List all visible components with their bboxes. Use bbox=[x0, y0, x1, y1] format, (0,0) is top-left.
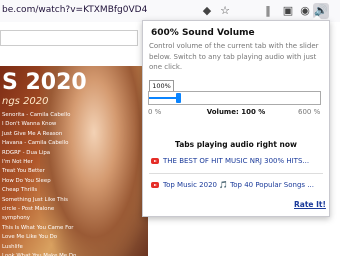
tabs-header: Tabs playing audio right now bbox=[175, 140, 297, 149]
track-item: Something Just Like This bbox=[2, 196, 68, 203]
audio-tab-label: THE BEST OF HIT MUSIC NRJ 300% HITS... bbox=[163, 157, 310, 165]
divider bbox=[149, 173, 323, 174]
star-icon[interactable]: ☆ bbox=[217, 3, 233, 19]
sidebar-icon[interactable]: ▣ bbox=[280, 3, 296, 19]
save-to-pocket-icon[interactable]: ◆ bbox=[199, 3, 215, 19]
audio-tab-item[interactable]: THE BEST OF HIT MUSIC NRJ 300% HITS... bbox=[151, 157, 309, 165]
track-item: RDGRF - Dua Lipa bbox=[2, 149, 51, 156]
library-icon[interactable]: ‖ bbox=[260, 3, 276, 19]
address-bar[interactable]: be.com/watch?v=KTXMBfg0VD4 bbox=[2, 5, 147, 15]
slider-max-label: 600 % bbox=[298, 108, 321, 116]
audio-tab-item[interactable]: Top Music 2020 🎵 Top 40 Popular Songs ..… bbox=[151, 181, 314, 189]
track-item: Treat You Better bbox=[2, 168, 45, 175]
popup-title: 600% Sound Volume bbox=[151, 28, 255, 38]
audio-tab-label: Top Music 2020 🎵 Top 40 Popular Songs ..… bbox=[163, 181, 314, 189]
popup-description: Control volume of the current tab with t… bbox=[149, 42, 319, 71]
sound-volume-popup: 600% Sound Volume Control volume of the … bbox=[142, 20, 330, 217]
track-item: Love Me Like You Do bbox=[2, 234, 58, 241]
track-item: Senorita - Camila Cabello bbox=[2, 112, 71, 118]
track-list: Senorita - Camila Cabello I Don't Wanna K… bbox=[2, 111, 76, 256]
track-item: Look What You Make Me Do bbox=[2, 252, 76, 256]
track-item: Havana - Camila Cabello bbox=[2, 140, 69, 147]
volume-slider[interactable] bbox=[148, 91, 321, 105]
video-thumbnail[interactable]: S 2020 ngs 2020 Senorita - Camila Cabell… bbox=[0, 66, 148, 256]
search-input[interactable] bbox=[0, 30, 138, 46]
rate-it-link[interactable]: Rate It! bbox=[294, 200, 326, 209]
track-item: I'm Not Her bbox=[2, 159, 33, 166]
video-title: S 2020 bbox=[2, 70, 87, 95]
track-item: How Do You Sleep bbox=[2, 177, 51, 184]
track-item: Lushlife bbox=[2, 243, 23, 250]
track-item: This Is What You Came For bbox=[2, 224, 74, 231]
video-subtitle: ngs 2020 bbox=[2, 96, 49, 107]
youtube-icon bbox=[151, 182, 159, 188]
slider-fill bbox=[149, 97, 178, 99]
youtube-icon bbox=[151, 158, 159, 164]
track-item: circle - Post Malone bbox=[2, 206, 55, 213]
track-item: symphony bbox=[2, 215, 30, 222]
track-item: Cheap Thrills bbox=[2, 187, 38, 194]
track-item: I Don't Wanna Know bbox=[2, 121, 57, 128]
track-item: Just Give Me A Reason bbox=[2, 130, 63, 137]
slider-thumb[interactable] bbox=[176, 93, 181, 103]
